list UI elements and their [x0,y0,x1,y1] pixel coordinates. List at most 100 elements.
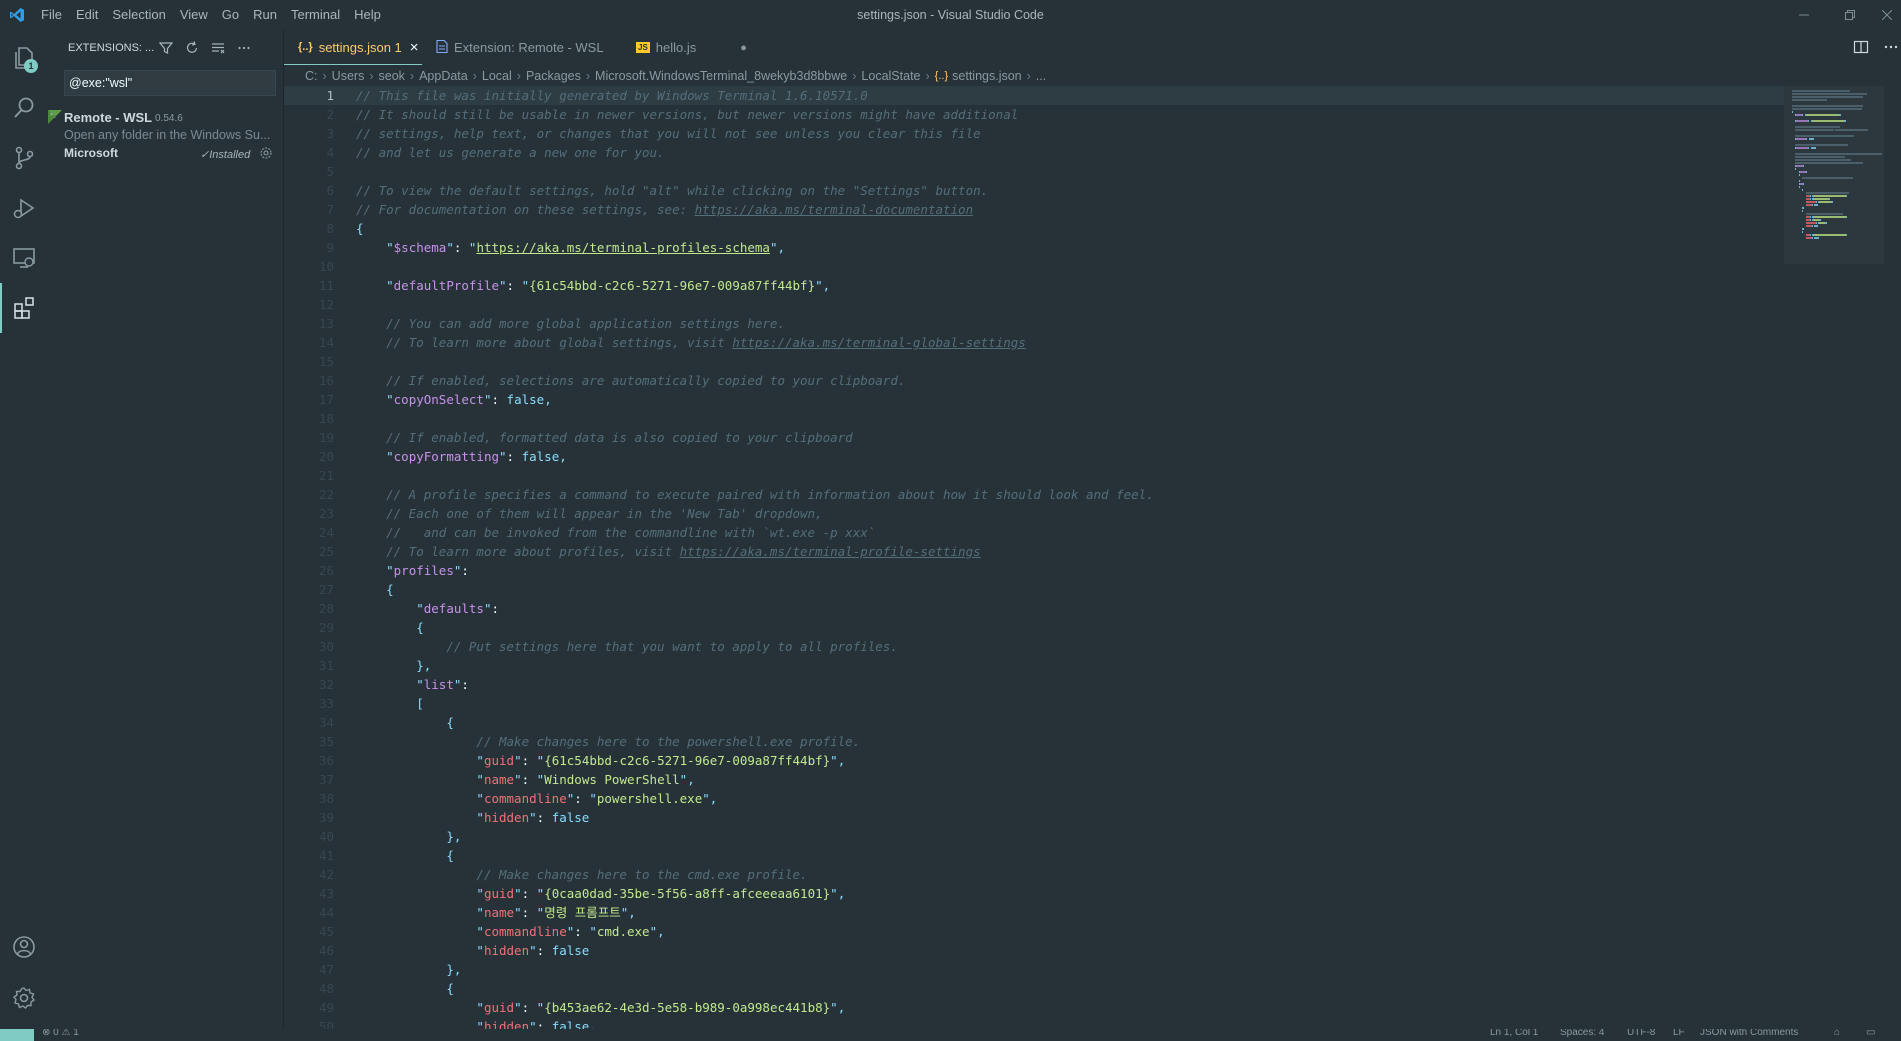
code-line[interactable]: 13 // You can add more global applicatio… [284,314,1784,333]
indentation-indicator[interactable]: Spaces: 4 [1560,1029,1604,1038]
menu-edit[interactable]: Edit [69,0,105,30]
code-line[interactable]: 45 "commandline": "cmd.exe", [284,922,1784,941]
breadcrumb-item[interactable]: LocalState [861,69,920,83]
problems-indicator[interactable]: ⊗ 0 ⚠ 1 [42,1029,79,1038]
close-tab-icon[interactable]: × [410,39,419,56]
code-line[interactable]: 1 // This file was initially generated by… [284,86,1784,105]
breadcrumb-item[interactable]: C: [305,69,318,83]
code-line[interactable]: 16 // If enabled, selections are automat… [284,371,1784,390]
menu-go[interactable]: Go [215,0,246,30]
code-line[interactable]: 46 "hidden": false [284,941,1784,960]
extension-settings-gear-icon[interactable] [259,146,273,160]
code-line[interactable]: 47 }, [284,960,1784,979]
code-line[interactable]: 5 [284,162,1784,181]
code-line[interactable]: 32 "list": [284,675,1784,694]
editor-more-actions-icon[interactable] [1883,39,1899,55]
code-line[interactable]: 18 [284,409,1784,428]
code-line[interactable]: 31 }, [284,656,1784,675]
code-line[interactable]: 28 "defaults": [284,599,1784,618]
minimize-icon[interactable] [1781,0,1827,30]
filter-icon[interactable] [157,39,175,57]
code-line[interactable]: 7 // For documentation on these settings,… [284,200,1784,219]
extension-search-input[interactable]: @exe:"wsl" [64,70,276,96]
encoding-indicator[interactable]: UTF-8 [1627,1029,1655,1038]
close-window-icon[interactable] [1873,0,1901,30]
language-mode[interactable]: JSON with Comments [1700,1029,1798,1038]
breadcrumb-item[interactable]: seok [379,69,405,83]
feedback-icon[interactable]: ⌂ [1834,1029,1840,1038]
code-line[interactable]: 34 { [284,713,1784,732]
eol-indicator[interactable]: LF [1673,1029,1685,1038]
code-line[interactable]: 24 // and can be invoked from the comman… [284,523,1784,542]
code-line[interactable]: 21 [284,466,1784,485]
cursor-position[interactable]: Ln 1, Col 1 [1490,1029,1538,1038]
code-line[interactable]: 27 { [284,580,1784,599]
code-line[interactable]: 33 [ [284,694,1784,713]
code-line[interactable]: 15 [284,352,1784,371]
code-line[interactable]: 2 // It should still be usable in newer v… [284,105,1784,124]
menu-terminal[interactable]: Terminal [284,0,347,30]
code-line[interactable]: 3 // settings, help text, or changes that… [284,124,1784,143]
source-control-icon[interactable] [0,133,48,183]
menu-help[interactable]: Help [347,0,388,30]
code-editor[interactable]: 1 // This file was initially generated by… [284,86,1784,1029]
breadcrumb-item[interactable]: Packages [526,69,581,83]
remote-indicator-button[interactable] [0,1029,34,1041]
tab-hello-js[interactable]: JS hello.js ● [622,30,752,65]
code-line[interactable]: 9 "$schema": "https://aka.ms/terminal-pr… [284,238,1784,257]
code-line[interactable]: 40 }, [284,827,1784,846]
code-line[interactable]: 12 [284,295,1784,314]
tab-extension-remote-wsl[interactable]: Extension: Remote - WSL [422,30,604,65]
code-line[interactable]: 23 // Each one of them will appear in th… [284,504,1784,523]
breadcrumb-item[interactable]: settings.json [952,69,1021,83]
code-line[interactable]: 6 // To view the default settings, hold "… [284,181,1784,200]
accounts-icon[interactable] [0,922,48,972]
code-line[interactable]: 17 "copyOnSelect": false, [284,390,1784,409]
split-editor-icon[interactable] [1853,39,1869,55]
code-line[interactable]: 20 "copyFormatting": false, [284,447,1784,466]
code-line[interactable]: 10 [284,257,1784,276]
code-line[interactable]: 30 // Put settings here that you want to… [284,637,1784,656]
code-line[interactable]: 36 "guid": "{61c54bbd-c2c6-5271-96e7-009… [284,751,1784,770]
breadcrumb-item[interactable]: Local [482,69,512,83]
breadcrumb-item[interactable]: AppData [419,69,468,83]
minimap[interactable] [1784,86,1901,1029]
extension-list-item[interactable]: >_ Remote - WSL 0.54.6 Open any folder i… [48,106,284,166]
notifications-bell-icon[interactable]: ▭ [1866,1029,1875,1038]
code-line[interactable]: 25 // To learn more about profiles, visi… [284,542,1784,561]
code-line[interactable]: 48 { [284,979,1784,998]
manage-gear-icon[interactable] [0,973,48,1023]
remote-explorer-icon[interactable] [0,233,48,283]
code-line[interactable]: 22 // A profile specifies a command to e… [284,485,1784,504]
code-line[interactable]: 37 "name": "Windows PowerShell", [284,770,1784,789]
menu-view[interactable]: View [173,0,215,30]
code-line[interactable]: 11 "defaultProfile": "{61c54bbd-c2c6-527… [284,276,1784,295]
restore-icon[interactable] [1827,0,1873,30]
code-line[interactable]: 35 // Make changes here to the powershel… [284,732,1784,751]
code-line[interactable]: 44 "name": "명령 프롬프트", [284,903,1784,922]
code-line[interactable]: 41 { [284,846,1784,865]
code-line[interactable]: 38 "commandline": "powershell.exe", [284,789,1784,808]
code-line[interactable]: 49 "guid": "{b453ae62-4e3d-5e58-b989-0a9… [284,998,1784,1017]
clear-results-icon[interactable] [209,39,227,57]
code-line[interactable]: 50 "hidden": false, [284,1017,1784,1029]
breadcrumb-item[interactable]: Microsoft.WindowsTerminal_8wekyb3d8bbwe [595,69,847,83]
menu-selection[interactable]: Selection [105,0,172,30]
code-line[interactable]: 43 "guid": "{0caa0dad-35be-5f56-a8ff-afc… [284,884,1784,903]
explorer-icon[interactable]: 1 [0,33,48,83]
tab-settings-json[interactable]: {..} settings.json 1 × [284,30,422,65]
run-debug-icon[interactable] [0,183,48,233]
search-icon[interactable] [0,83,48,133]
more-actions-icon[interactable] [235,39,253,57]
code-line[interactable]: 39 "hidden": false [284,808,1784,827]
code-line[interactable]: 26 "profiles": [284,561,1784,580]
code-line[interactable]: 8{ [284,219,1784,238]
code-line[interactable]: 29 { [284,618,1784,637]
code-line[interactable]: 14 // To learn more about global setting… [284,333,1784,352]
code-line[interactable]: 4 // and let us generate a new one for yo… [284,143,1784,162]
breadcrumb-item[interactable]: Users [332,69,365,83]
breadcrumb-item[interactable]: ... [1036,69,1046,83]
menu-file[interactable]: File [34,0,69,30]
code-line[interactable]: 42 // Make changes here to the cmd.exe p… [284,865,1784,884]
menu-run[interactable]: Run [246,0,284,30]
